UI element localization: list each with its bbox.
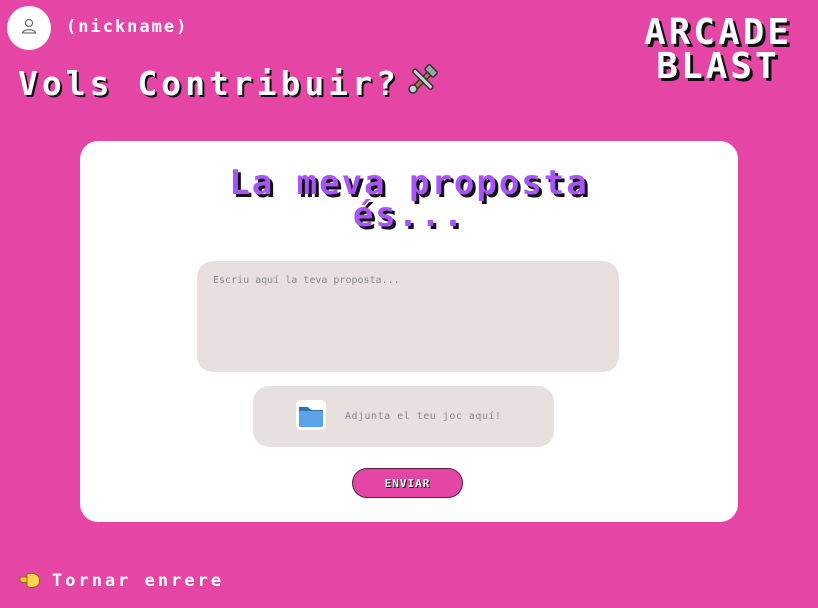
page-title-row: Vols Contribuir? <box>18 62 440 104</box>
submit-button[interactable]: ENVIAR <box>352 468 463 498</box>
back-label: Tornar enrere <box>52 571 225 591</box>
nickname-label: (nickname) <box>66 17 189 37</box>
proposal-heading-line-2: és... <box>352 195 466 235</box>
logo-line-2: BLAST <box>656 46 780 87</box>
arcade-blast-logo: ARCADE BLAST <box>643 12 792 87</box>
proposal-textarea[interactable] <box>197 261 619 372</box>
avatar[interactable] <box>7 6 51 50</box>
attach-game-button[interactable]: Adjunta el teu joc aquí! <box>253 386 554 447</box>
page-title: Vols Contribuir? <box>18 63 400 103</box>
folder-icon <box>295 399 327 435</box>
logo-line-1: ARCADE <box>643 12 792 53</box>
back-link[interactable]: Tornar enrere <box>18 568 224 594</box>
pointing-hand-icon <box>18 568 42 594</box>
proposal-heading: La meva proposta és... <box>80 166 738 235</box>
proposal-card: La meva proposta és... Adjunta el teu jo… <box>80 141 738 522</box>
attach-label: Adjunta el teu joc aquí! <box>345 411 502 422</box>
hammer-and-wrench-icon <box>406 62 440 104</box>
user-icon <box>20 17 38 39</box>
